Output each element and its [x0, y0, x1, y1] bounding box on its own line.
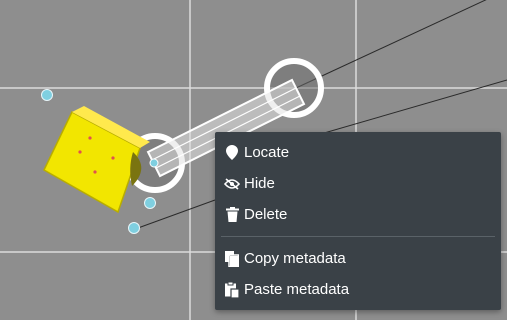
- menu-item-locate[interactable]: Locate: [215, 137, 501, 168]
- menu-divider: [221, 236, 495, 237]
- context-menu: Locate Hide Delete Copy metadata Paste m…: [215, 132, 501, 310]
- copy-icon: [224, 250, 240, 267]
- menu-item-label: Copy metadata: [244, 250, 346, 267]
- paste-icon: [224, 281, 240, 298]
- location-pin-icon: [224, 145, 240, 161]
- menu-item-paste-metadata[interactable]: Paste metadata: [215, 274, 501, 305]
- eye-slash-icon: [224, 176, 240, 192]
- menu-item-label: Hide: [244, 175, 275, 192]
- menu-item-copy-metadata[interactable]: Copy metadata: [215, 243, 501, 274]
- menu-item-label: Locate: [244, 144, 290, 161]
- menu-item-delete[interactable]: Delete: [215, 199, 501, 230]
- trash-icon: [224, 207, 240, 223]
- menu-item-label: Paste metadata: [244, 281, 350, 298]
- menu-item-hide[interactable]: Hide: [215, 168, 501, 199]
- menu-item-label: Delete: [244, 206, 288, 223]
- joint-marker[interactable]: [149, 158, 159, 168]
